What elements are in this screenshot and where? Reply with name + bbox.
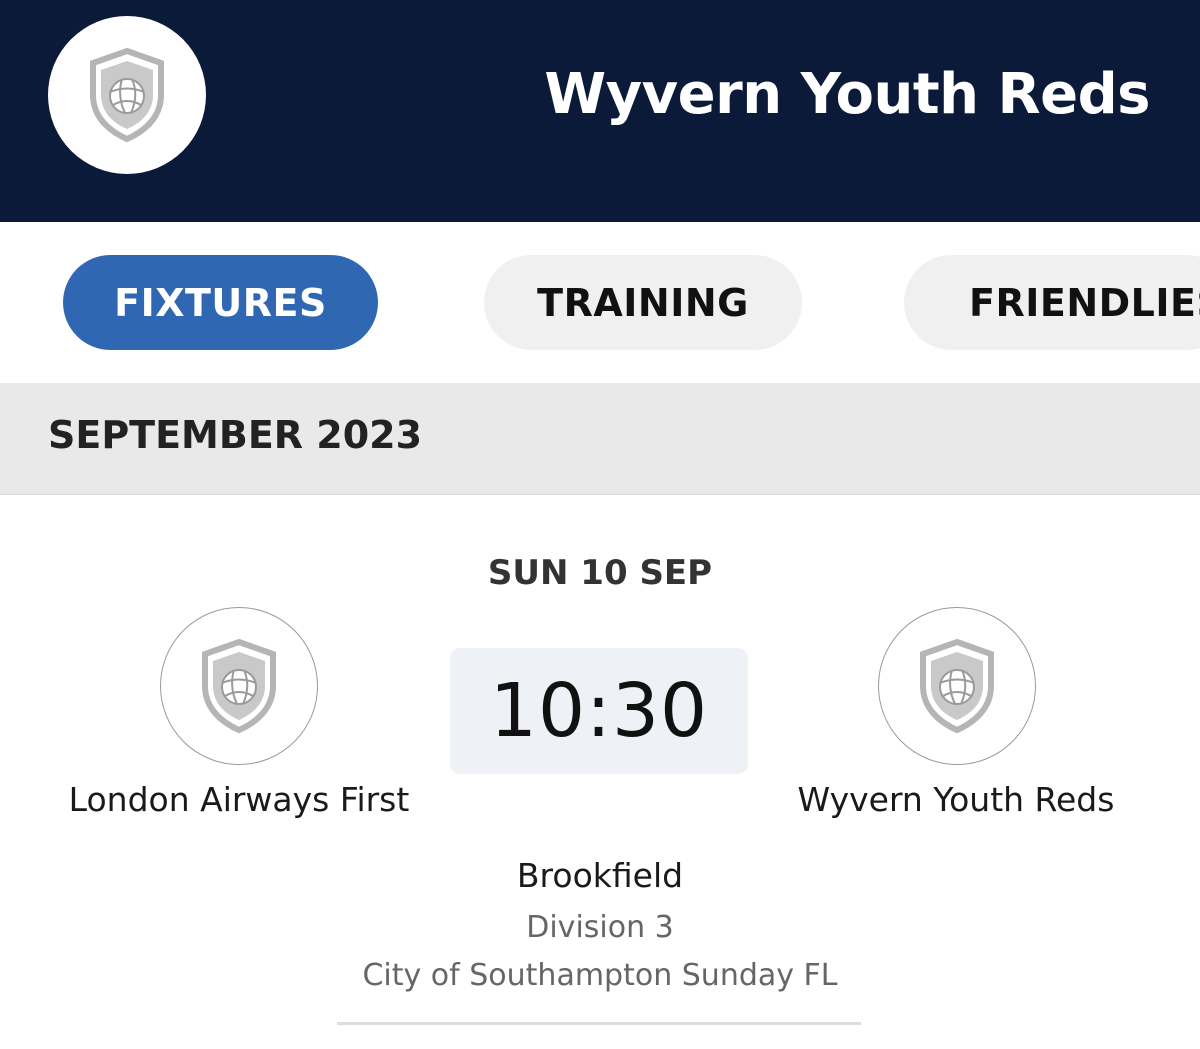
team-header: Wyvern Youth Reds	[0, 0, 1200, 222]
shield-ball-icon	[202, 638, 276, 734]
away-team-crest	[878, 607, 1036, 765]
team-title: Wyvern Youth Reds	[544, 62, 1150, 127]
tab-training[interactable]: TRAINING	[484, 255, 802, 350]
tab-fixtures[interactable]: FIXTURES	[63, 255, 378, 350]
division-name: Division 3	[526, 910, 674, 945]
shield-ball-icon	[90, 47, 164, 143]
divider	[337, 1022, 861, 1025]
shield-ball-icon	[920, 638, 994, 734]
match-date: SUN 10 SEP	[487, 553, 713, 593]
away-team-name: Wyvern Youth Reds	[797, 780, 1115, 819]
team-logo[interactable]	[48, 16, 206, 174]
home-team-name: London Airways First	[68, 780, 410, 819]
league-name: City of Southampton Sunday FL	[362, 958, 838, 993]
kickoff-time: 10:30	[489, 668, 709, 754]
month-label: SEPTEMBER 2023	[48, 413, 423, 457]
month-header: SEPTEMBER 2023	[0, 383, 1200, 495]
tab-friendlies[interactable]: FRIENDLIES	[904, 255, 1200, 350]
kickoff-time-box: 10:30	[450, 648, 748, 774]
home-team-crest	[160, 607, 318, 765]
section-tabs: FIXTURES TRAINING FRIENDLIES	[0, 255, 1200, 351]
venue-name: Brookfield	[516, 856, 684, 895]
